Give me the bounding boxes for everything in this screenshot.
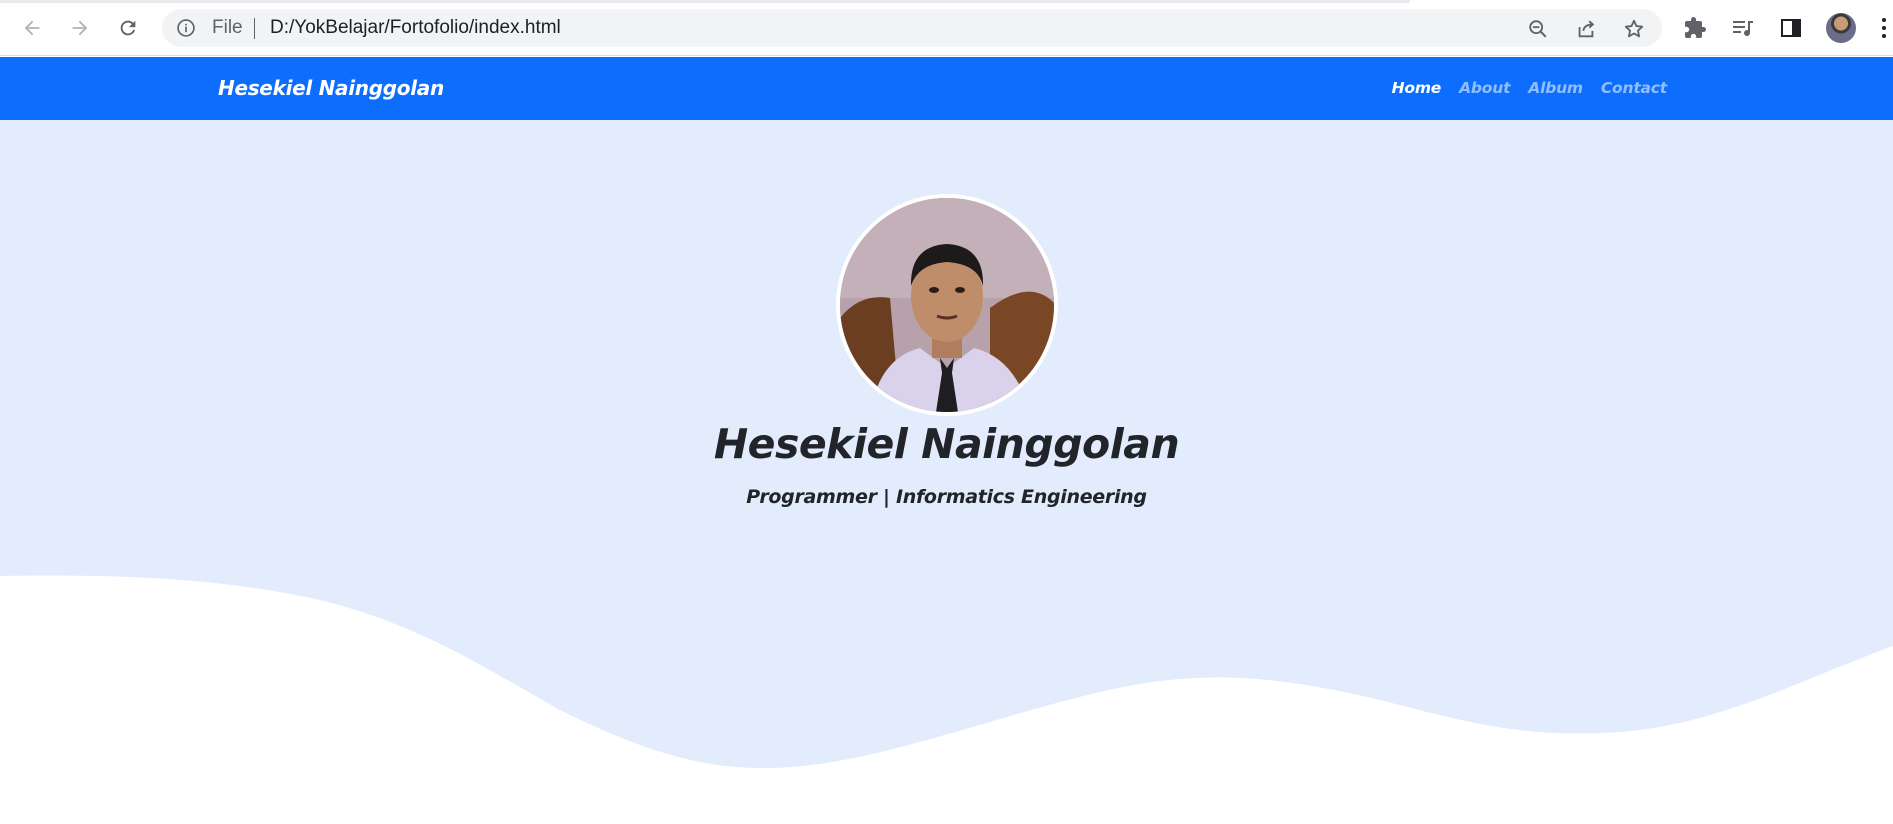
address-bar[interactable]: File D:/YokBelajar/Fortofolio/index.html [162, 9, 1662, 47]
hero-title: Hesekiel Nainggolan [713, 420, 1180, 468]
nav-link-album[interactable]: Album [1528, 79, 1583, 97]
zoom-out-icon[interactable] [1527, 18, 1549, 40]
nav-links: Home About Album Contact [1392, 79, 1668, 97]
more-vert-icon[interactable] [1880, 16, 1888, 40]
site-navbar: Hesekiel Nainggolan Home About Album Con… [0, 57, 1893, 120]
hero-subtitle: Programmer | Informatics Engineering [746, 486, 1147, 508]
brand-link[interactable]: Hesekiel Nainggolan [218, 76, 444, 100]
profile-photo [836, 194, 1058, 416]
media-queue-icon[interactable] [1731, 16, 1755, 40]
hero-section: Hesekiel Nainggolan Programmer | Informa… [0, 120, 1893, 824]
nav-link-home[interactable]: Home [1392, 79, 1442, 97]
back-button[interactable] [16, 12, 48, 44]
arrow-left-icon [21, 17, 43, 39]
url-text[interactable]: D:/YokBelajar/Fortofolio/index.html [270, 17, 561, 39]
side-panel-icon[interactable] [1779, 16, 1803, 40]
info-icon[interactable] [176, 18, 196, 38]
nav-link-contact[interactable]: Contact [1601, 79, 1667, 97]
share-icon[interactable] [1575, 18, 1597, 40]
arrow-right-icon [69, 17, 91, 39]
forward-button[interactable] [64, 12, 96, 44]
puzzle-icon[interactable] [1683, 16, 1707, 40]
url-separator [254, 18, 255, 39]
star-icon[interactable] [1623, 18, 1645, 40]
nav-link-about[interactable]: About [1459, 79, 1510, 97]
avatar[interactable] [1826, 13, 1856, 43]
url-scheme: File [212, 17, 243, 38]
reload-icon [117, 17, 139, 39]
portrait-image [840, 198, 1054, 412]
reload-button[interactable] [112, 12, 144, 44]
browser-toolbar: File D:/YokBelajar/Fortofolio/index.html [0, 0, 1893, 56]
tab-strip-edge [0, 0, 1410, 3]
